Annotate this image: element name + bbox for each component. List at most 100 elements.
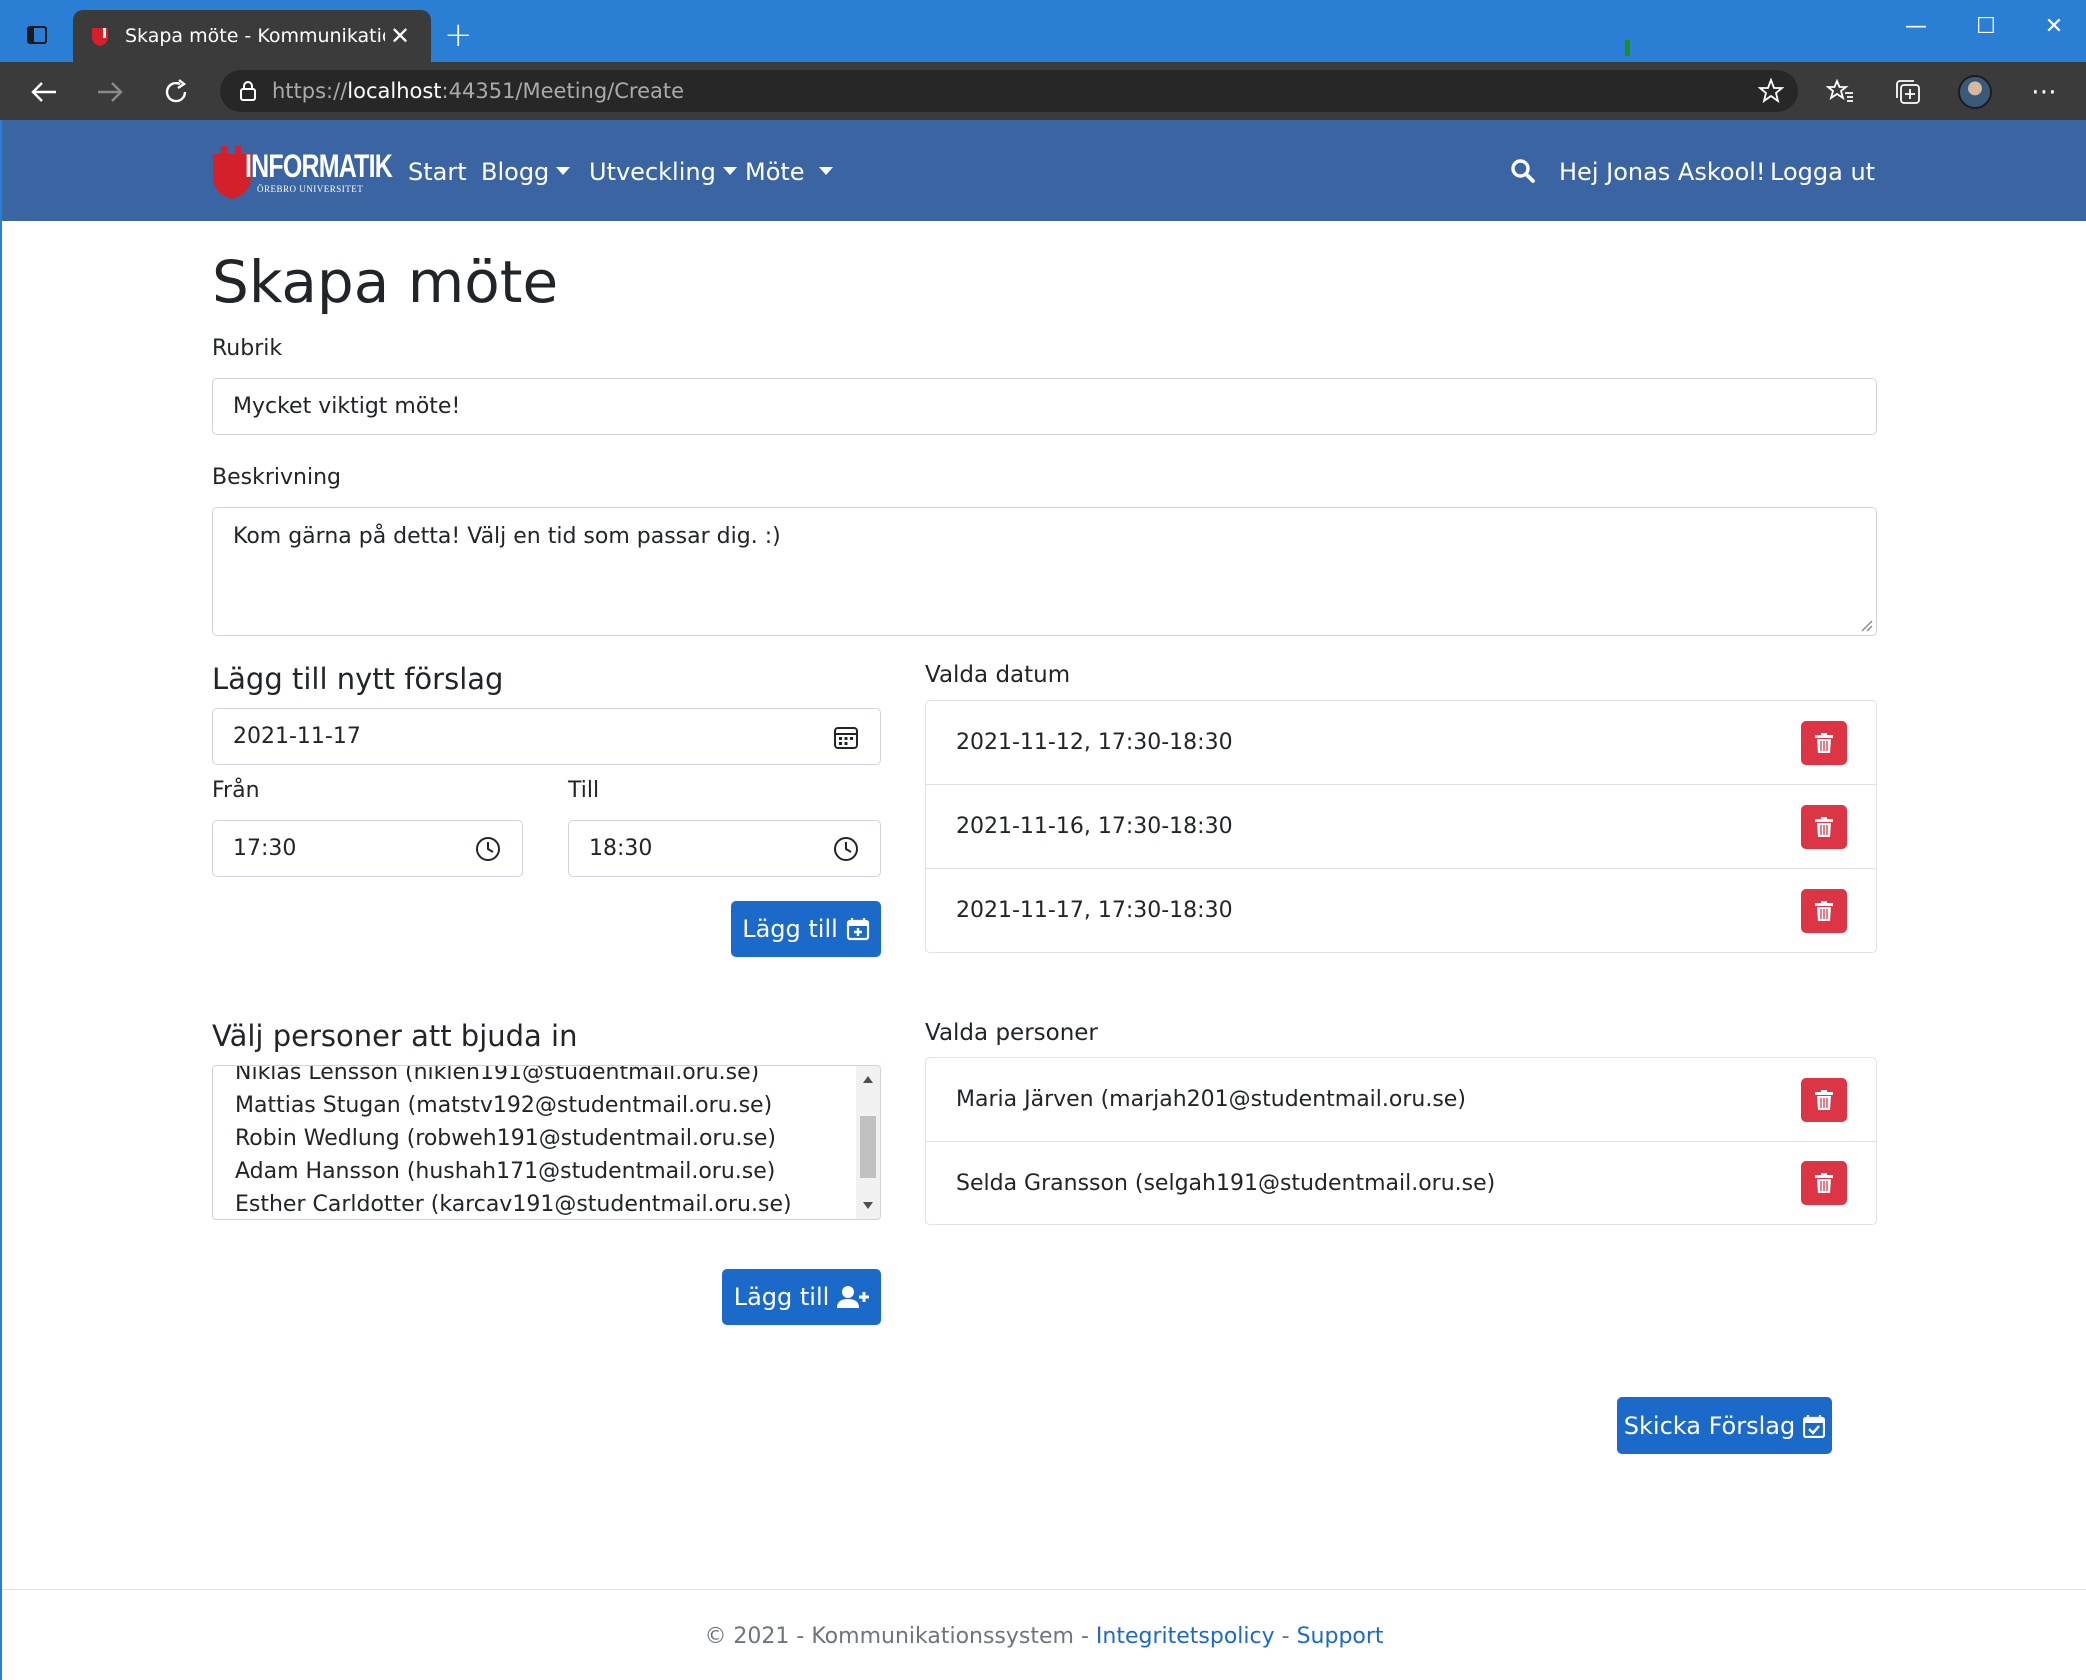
add-person-button[interactable]: Lägg till (722, 1269, 881, 1325)
add-date-button[interactable]: Lägg till (731, 901, 881, 957)
from-time-value: 17:30 (233, 836, 297, 861)
browser-toolbar: https://localhost:44351/Meeting/Create ⋯ (0, 62, 2086, 120)
search-icon[interactable] (1510, 158, 1536, 184)
nav-start[interactable]: Start (408, 158, 467, 186)
trash-icon (1815, 1173, 1833, 1193)
collections-icon[interactable] (1890, 74, 1926, 110)
clock-icon[interactable] (832, 835, 860, 863)
from-time-input[interactable]: 17:30 (212, 820, 523, 877)
delete-person-button[interactable] (1801, 1161, 1847, 1205)
scroll-thumb[interactable] (860, 1116, 876, 1178)
invite-heading: Välj personer att bjuda in (212, 1019, 578, 1053)
support-link[interactable]: Support (1297, 1624, 1384, 1649)
maximize-icon[interactable]: ☐ (1966, 14, 2006, 39)
refresh-icon[interactable] (158, 74, 194, 110)
selected-people-list: Maria Järven (marjah201@studentmail.oru.… (925, 1057, 1877, 1225)
tab-actions-icon[interactable] (22, 20, 52, 50)
invite-option[interactable]: Robin Wedlung (robweh191@studentmail.oru… (235, 1122, 855, 1155)
logout-link[interactable]: Logga ut (1770, 158, 1875, 186)
tab-close-icon[interactable]: ✕ (385, 22, 415, 50)
invite-option[interactable]: Niklas Lensson (niklen191@studentmail.or… (235, 1066, 855, 1089)
trash-icon (1815, 816, 1833, 837)
favorites-icon[interactable] (1822, 74, 1858, 110)
page-title: Skapa möte (212, 248, 559, 316)
selected-date-text: 2021-11-16, 17:30-18:30 (956, 814, 1233, 839)
footer-text: © 2021 - Kommunikationssystem - Integrit… (2, 1624, 2086, 1649)
trash-icon (1815, 900, 1833, 921)
selected-person-text: Maria Järven (marjah201@studentmail.oru.… (956, 1087, 1466, 1112)
selected-date-text: 2021-11-12, 17:30-18:30 (956, 730, 1233, 755)
select-scrollbar[interactable] (856, 1066, 880, 1219)
trash-icon (1815, 1089, 1833, 1110)
send-proposal-button[interactable]: Skicka Förslag (1617, 1397, 1832, 1454)
forward-icon[interactable] (92, 74, 128, 110)
brand-logo[interactable]: INFORMATIK ÖREBRO UNIVERSITET (211, 146, 393, 199)
footer-separator: - (1274, 1624, 1297, 1649)
date-input[interactable]: 2021-11-17 (212, 708, 881, 765)
brand-subtitle: ÖREBRO UNIVERSITET (257, 184, 364, 194)
selected-person-item: Maria Järven (marjah201@studentmail.oru.… (926, 1058, 1876, 1142)
calendar-plus-icon (846, 918, 869, 941)
selected-person-text: Selda Gransson (selgah191@studentmail.or… (956, 1170, 1496, 1196)
to-time-value: 18:30 (589, 836, 653, 861)
activity-indicator (1625, 40, 1630, 56)
selected-date-item: 2021-11-12, 17:30-18:30 (926, 701, 1876, 785)
rubrik-value: Mycket viktigt möte! (233, 394, 461, 419)
invite-options: Niklas Lensson (niklen191@studentmail.or… (235, 1066, 855, 1219)
selected-date-text: 2021-11-17, 17:30-18:30 (956, 898, 1233, 923)
address-bar[interactable]: https://localhost:44351/Meeting/Create (220, 70, 1798, 112)
copyright-text: © 2021 - Kommunikationssystem - (704, 1624, 1096, 1649)
selected-people-heading: Valda personer (925, 1020, 1098, 1046)
beskrivning-label: Beskrivning (212, 465, 341, 490)
calendar-icon[interactable] (832, 723, 860, 751)
delete-person-button[interactable] (1801, 1077, 1847, 1122)
delete-date-button[interactable] (1801, 720, 1847, 765)
clock-icon[interactable] (474, 835, 502, 863)
rubrik-input[interactable]: Mycket viktigt möte! (212, 378, 1877, 435)
lock-icon[interactable] (238, 80, 258, 102)
page-footer: © 2021 - Kommunikationssystem - Integrit… (2, 1589, 2086, 1680)
to-time-input[interactable]: 18:30 (568, 820, 881, 877)
beskrivning-value: Kom gärna på detta! Välj en tid som pass… (233, 524, 781, 549)
profile-avatar[interactable] (1957, 74, 1993, 110)
scroll-down-icon[interactable] (863, 1202, 873, 1209)
close-window-icon[interactable]: ✕ (2034, 14, 2074, 39)
calendar-check-icon (1803, 1414, 1826, 1438)
selected-date-item: 2021-11-17, 17:30-18:30 (926, 869, 1876, 952)
invite-option[interactable]: Mattias Stugan (matstv192@studentmail.or… (235, 1089, 855, 1122)
user-greeting[interactable]: Hej Jonas Askool! (1559, 158, 1766, 186)
privacy-link[interactable]: Integritetspolicy (1096, 1624, 1275, 1649)
invite-people-select[interactable]: Niklas Lensson (niklen191@studentmail.or… (212, 1065, 881, 1220)
add-favorite-icon[interactable] (1758, 78, 1784, 104)
chevron-down-icon (722, 167, 737, 175)
invite-option[interactable]: Adam Hansson (hushah171@studentmail.oru.… (235, 1155, 855, 1188)
browser-titlebar: Skapa möte - Kommunikationssy ✕ + — ☐ ✕ (0, 0, 2086, 62)
send-proposal-button-label: Skicka Förslag (1623, 1411, 1796, 1440)
scroll-up-icon[interactable] (863, 1076, 873, 1083)
site-navbar: INFORMATIK ÖREBRO UNIVERSITET Start Blog… (2, 120, 2086, 221)
site-favicon-icon (92, 28, 108, 46)
more-options-icon[interactable]: ⋯ (2026, 74, 2062, 110)
nav-utveckling[interactable]: Utveckling (589, 158, 737, 186)
selected-person-item: Selda Gransson (selgah191@studentmail.or… (926, 1142, 1876, 1224)
selected-date-item: 2021-11-16, 17:30-18:30 (926, 785, 1876, 869)
url-text: https://localhost:44351/Meeting/Create (272, 79, 685, 103)
chevron-down-icon (818, 167, 833, 175)
beskrivning-textarea[interactable]: Kom gärna på detta! Välj en tid som pass… (212, 507, 1877, 636)
add-person-button-label: Lägg till (733, 1283, 830, 1311)
resize-handle-icon[interactable] (1859, 618, 1873, 632)
trash-icon (1815, 732, 1833, 753)
from-label: Från (212, 778, 260, 803)
back-icon[interactable] (26, 74, 62, 110)
new-tab-icon[interactable]: + (444, 18, 473, 52)
rubrik-label: Rubrik (212, 336, 283, 361)
date-value: 2021-11-17 (233, 724, 361, 749)
selected-dates-heading: Valda datum (925, 662, 1071, 688)
nav-mote[interactable]: Möte (745, 158, 833, 186)
minimize-icon[interactable]: — (1896, 14, 1936, 39)
nav-blogg[interactable]: Blogg (481, 158, 571, 186)
invite-option[interactable]: Esther Carldotter (karcav191@studentmail… (235, 1188, 855, 1219)
delete-date-button[interactable] (1801, 804, 1847, 849)
browser-tab-active[interactable]: Skapa möte - Kommunikationssy ✕ (73, 10, 431, 62)
delete-date-button[interactable] (1801, 888, 1847, 933)
